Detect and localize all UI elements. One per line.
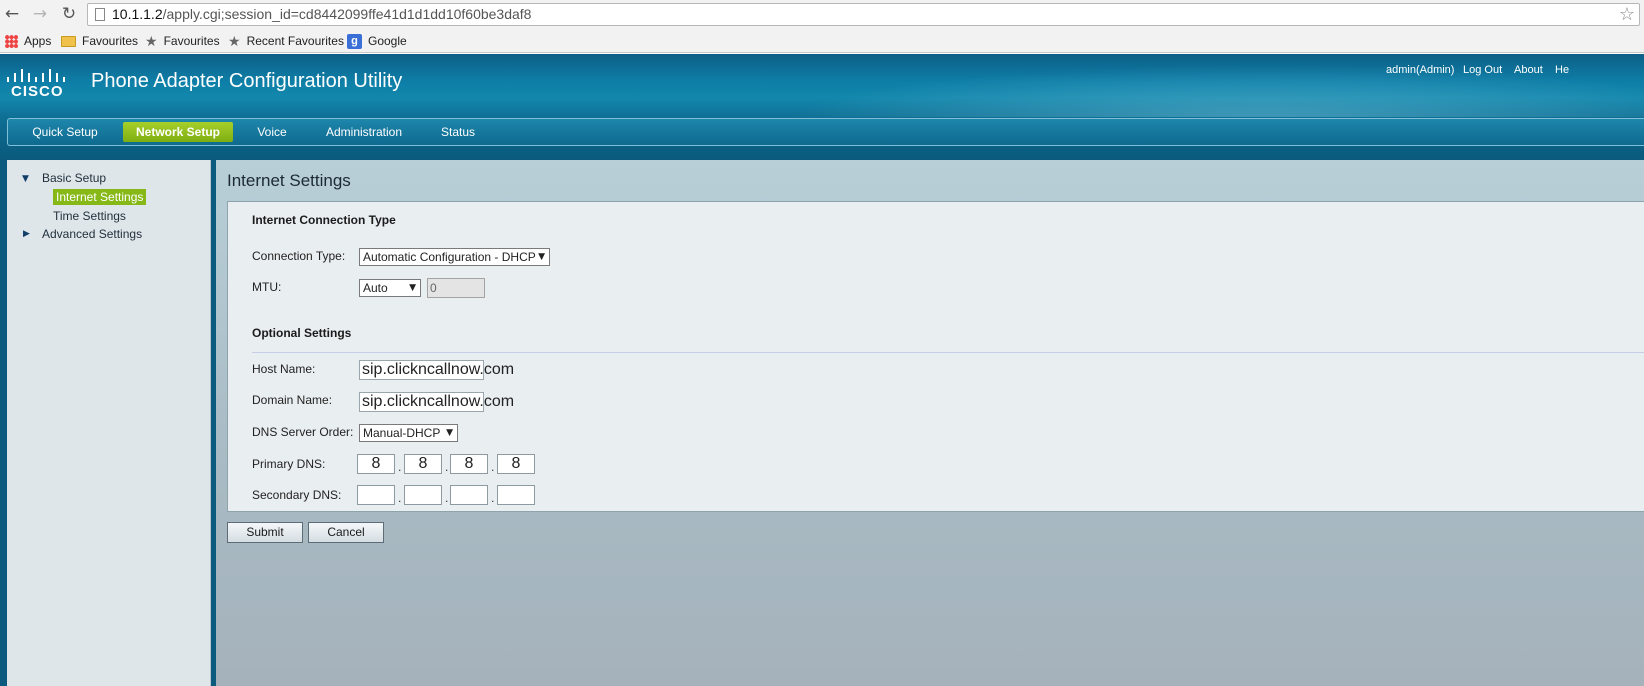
address-url[interactable]: 10.1.1.2/apply.cgi;session_id=cd8442099f… — [112, 6, 531, 22]
about-link[interactable]: About — [1514, 64, 1543, 76]
tab-network-setup[interactable]: Network Setup — [123, 122, 233, 142]
forward-arrow-icon[interactable]: → — [30, 4, 50, 24]
star-icon: ★ — [228, 33, 241, 50]
page-title: Internet Settings — [227, 171, 351, 190]
host-name-input[interactable]: sip.clickncallnow.com — [359, 360, 514, 380]
folder-icon — [61, 36, 76, 48]
submit-button[interactable]: Submit — [227, 522, 303, 543]
settings-panel: Internet Connection Type Connection Type… — [227, 201, 1644, 512]
tab-quick-setup[interactable]: Quick Setup — [27, 122, 103, 142]
sidebar-item-advanced-settings[interactable]: Advanced Settings — [42, 227, 142, 241]
tab-voice[interactable]: Voice — [252, 122, 292, 142]
tab-status[interactable]: Status — [438, 122, 478, 142]
address-bar[interactable]: 10.1.1.2/apply.cgi;session_id=cd8442099f… — [87, 3, 1640, 26]
mtu-label: MTU: — [252, 280, 282, 294]
ip-dot: . — [445, 491, 449, 505]
mtu-mode-select[interactable]: Auto ▼ — [359, 279, 421, 297]
user-label: admin(Admin) — [1386, 64, 1455, 76]
app-title: Phone Adapter Configuration Utility — [91, 70, 403, 92]
mtu-value-input[interactable]: 0 — [427, 278, 485, 298]
google-icon: g — [347, 34, 362, 50]
primary-dns-octet-3[interactable]: 8 — [450, 454, 488, 474]
secondary-dns-octet-1[interactable] — [357, 485, 395, 505]
sidebar: ▼ Basic Setup Internet Settings Time Set… — [7, 160, 211, 686]
main-nav: Quick Setup Network Setup Voice Administ… — [0, 117, 1644, 159]
sidebar-item-time-settings[interactable]: Time Settings — [53, 209, 126, 223]
app-header: CISCO Phone Adapter Configuration Utilit… — [0, 54, 1644, 117]
main-content: Internet Settings Internet Connection Ty… — [216, 160, 1644, 686]
ip-dot: . — [398, 491, 402, 505]
dns-order-label: DNS Server Order: — [252, 425, 354, 439]
sidebar-item-basic-setup[interactable]: Basic Setup — [42, 171, 106, 185]
primary-dns-octet-4[interactable]: 8 — [497, 454, 535, 474]
section-optional-settings: Optional Settings — [252, 326, 352, 340]
browser-toolbar: ← → ↻ 10.1.1.2/apply.cgi;session_id=cd84… — [0, 0, 1644, 29]
domain-name-input[interactable]: sip.clickncallnow.com — [359, 392, 514, 412]
bookmark-favourites-folder[interactable]: Favourites — [61, 32, 138, 50]
dns-order-select[interactable]: Manual-DHCP ▼ — [359, 424, 458, 442]
connection-type-select[interactable]: Automatic Configuration - DHCP ▼ — [359, 248, 550, 266]
main-nav-bar: Quick Setup Network Setup Voice Administ… — [7, 118, 1644, 146]
bookmark-google[interactable]: g Google — [347, 32, 407, 50]
header-sheen — [700, 54, 1644, 117]
ip-dot: . — [491, 491, 495, 505]
back-arrow-icon[interactable]: ← — [2, 4, 22, 24]
sidebar-item-internet-settings[interactable]: Internet Settings — [53, 189, 147, 205]
bookmark-apps[interactable]: Apps — [5, 32, 51, 50]
cisco-logo: CISCO — [7, 66, 67, 100]
section-internet-connection-type: Internet Connection Type — [252, 213, 396, 227]
tab-administration[interactable]: Administration — [321, 122, 407, 142]
secondary-dns-label: Secondary DNS: — [252, 488, 342, 502]
bookmark-star-icon[interactable]: ☆ — [1619, 4, 1635, 25]
primary-dns-octet-2[interactable]: 8 — [404, 454, 442, 474]
primary-dns-octet-1[interactable]: 8 — [357, 454, 395, 474]
star-icon: ★ — [145, 33, 158, 50]
secondary-dns-octet-2[interactable] — [404, 485, 442, 505]
cancel-button[interactable]: Cancel — [308, 522, 384, 543]
bookmark-favourites[interactable]: ★ Favourites — [145, 32, 220, 50]
primary-dns-label: Primary DNS: — [252, 457, 326, 471]
domain-name-label: Domain Name: — [252, 393, 333, 407]
connection-type-label: Connection Type: — [252, 249, 346, 263]
apps-icon — [5, 35, 18, 49]
bookmark-recent-favourites[interactable]: ★ Recent Favourites — [228, 32, 344, 50]
cisco-wordmark: CISCO — [11, 83, 64, 100]
page-icon — [95, 8, 105, 21]
host-name-label: Host Name: — [252, 362, 316, 376]
chevron-down-icon: ▼ — [538, 252, 545, 262]
ip-dot: . — [398, 460, 402, 474]
ip-dot: . — [445, 460, 449, 474]
reload-icon[interactable]: ↻ — [59, 4, 79, 24]
section-divider — [252, 352, 1644, 353]
chevron-down-icon: ▼ — [446, 428, 453, 438]
bookmarks-bar: Apps Favourites ★ Favourites ★ Recent Favo… — [0, 29, 1644, 53]
secondary-dns-octet-3[interactable] — [450, 485, 488, 505]
collapsed-arrow-icon[interactable]: ▶ — [23, 229, 30, 239]
secondary-dns-octet-4[interactable] — [497, 485, 535, 505]
expanded-arrow-icon[interactable]: ▼ — [22, 174, 29, 184]
logout-link[interactable]: Log Out — [1463, 64, 1502, 76]
cisco-bars-icon — [7, 66, 67, 82]
chevron-down-icon: ▼ — [409, 283, 416, 293]
ip-dot: . — [491, 460, 495, 474]
help-link[interactable]: He — [1555, 64, 1569, 76]
